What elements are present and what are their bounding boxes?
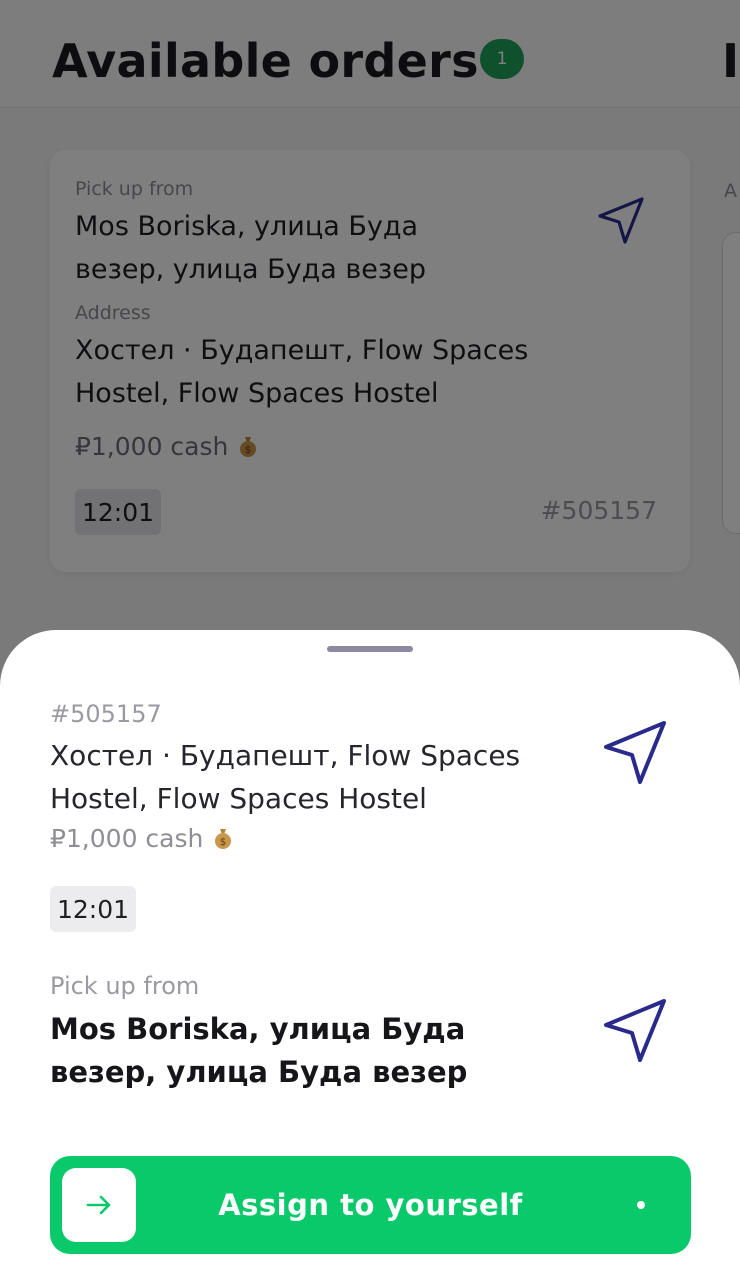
assign-to-yourself-slider[interactable]: Assign to yourself	[50, 1156, 691, 1254]
sheet-price-text: ₽1,000 cash	[50, 824, 204, 853]
slider-knob[interactable]	[62, 1168, 136, 1242]
navigation-arrow-icon[interactable]	[600, 718, 670, 788]
sheet-drag-handle[interactable]	[327, 646, 413, 652]
order-detail-sheet: #505157 Хостел · Будапешт, Flow Spaces H…	[0, 630, 740, 1280]
money-bag-icon: $	[215, 829, 232, 849]
sheet-pickup-address: Mos Boriska, улица Буда везер, улица Буд…	[50, 1012, 468, 1089]
svg-text:$: $	[220, 837, 226, 848]
sheet-order-time: 12:01	[50, 886, 136, 932]
sheet-delivery-address: Хостел · Будапешт, Flow Spaces Hostel, F…	[50, 739, 521, 815]
sheet-order-id: #505157	[50, 700, 162, 728]
navigation-arrow-icon[interactable]	[600, 996, 670, 1066]
assign-label: Assign to yourself	[218, 1188, 523, 1222]
arrow-right-icon	[86, 1195, 111, 1215]
slider-end-dot	[637, 1201, 645, 1209]
sheet-pickup-label: Pick up from	[50, 972, 200, 1000]
sheet-order-price: ₽1,000 cash $	[50, 824, 235, 853]
